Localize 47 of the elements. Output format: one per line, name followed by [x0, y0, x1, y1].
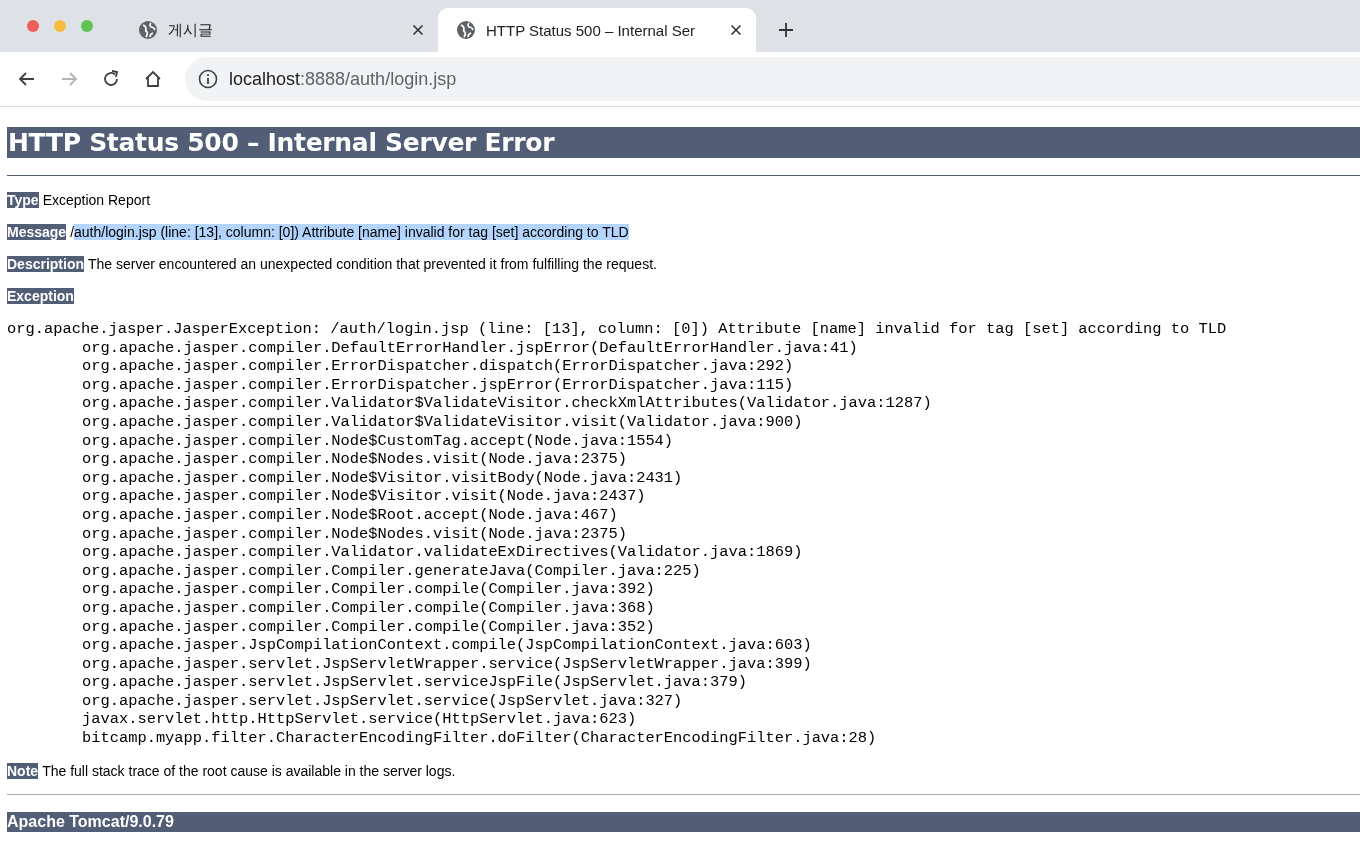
stack-frame: org.apache.jasper.compiler.Node$Visitor.visitBody(Node.java:2431): [7, 468, 1360, 488]
close-window-button[interactable]: [27, 20, 39, 32]
stack-frame: bitcamp.myapp.filter.CharacterEncodingFilter.doFilter(CharacterEncodingFilter.java:28): [7, 729, 1360, 748]
stack-frame: org.apache.jasper.compiler.Validator$ValidateVisitor.checkXmlAttributes(Validator.java:1287): [7, 394, 1360, 413]
close-tab-icon[interactable]: [412, 24, 424, 36]
stack-frame: org.apache.jasper.compiler.Validator$ValidateVisitor.visit(Validator.java:900): [7, 412, 1360, 432]
new-tab-icon[interactable]: [778, 22, 794, 38]
close-tab-icon[interactable]: [730, 24, 742, 36]
field-label: Description: [7, 256, 84, 272]
stack-frame: org.apache.jasper.compiler.Compiler.compile(Compiler.java:392): [7, 580, 1360, 599]
field-label: Type: [7, 192, 39, 208]
error-title: HTTP Status 500 – Internal Server Error: [7, 127, 1360, 158]
stack-frame: org.apache.jasper.compiler.Node$Nodes.visit(Node.java:2375): [7, 450, 1360, 469]
stack-frame: org.apache.jasper.compiler.Node$Visitor.visit(Node.java:2437): [7, 487, 1360, 506]
browser-tab[interactable]: HTTP Status 500 – Internal Ser: [438, 8, 756, 52]
info-icon[interactable]: [198, 69, 218, 89]
stack-frame: org.apache.jasper.compiler.ErrorDispatcher.jspError(ErrorDispatcher.java:115): [7, 375, 1360, 395]
stack-frame: org.apache.jasper.servlet.JspServlet.serviceJspFile(JspServlet.java:379): [7, 673, 1360, 692]
field-value: The server encountered an unexpected condition that prevented it from fulfilling the request.: [88, 256, 657, 272]
stack-frame: org.apache.jasper.compiler.Node$Nodes.visit(Node.java:2375): [7, 524, 1360, 544]
stack-frame: org.apache.jasper.compiler.Compiler.compile(Compiler.java:352): [7, 617, 1360, 637]
stack-frame: org.apache.jasper.compiler.Compiler.generateJava(Compiler.java:225): [7, 561, 1360, 581]
home-icon[interactable]: [143, 69, 163, 89]
field-label: Message: [7, 224, 67, 240]
field-value: Exception Report: [42, 192, 151, 208]
stack-frame: org.apache.jasper.compiler.Compiler.compile(Compiler.java:368): [7, 598, 1360, 618]
stack-frame: javax.servlet.http.HttpServlet.service(HttpServlet.java:623): [7, 710, 1360, 730]
stack-frame: org.apache.jasper.compiler.Node$Root.accept(Node.java:467): [7, 505, 1360, 525]
note-text: The full stack trace of the root cause is available in the server logs.: [42, 762, 456, 779]
stack-frame: org.apache.jasper.JspCompilationContext.compile(JspCompilationContext.java:603): [7, 636, 1360, 655]
globe-icon: [456, 20, 476, 40]
stack-frame: org.apache.jasper.compiler.ErrorDispatcher.dispatch(ErrorDispatcher.java:292): [7, 357, 1360, 376]
globe-icon: [138, 20, 158, 40]
address-bar[interactable]: localhost:8888/auth/login.jsp: [185, 57, 1360, 101]
url-text: localhost:8888/auth/login.jsp: [229, 68, 457, 90]
stack-frame: org.apache.jasper.compiler.Node$CustomTag.accept(Node.java:1554): [7, 431, 1360, 451]
exception-line: org.apache.jasper.JasperException: /auth/login.jsp (line: [13], column: [0]) Attribute [name] invalid for tag [set] according to TLD: [7, 320, 1228, 339]
stack-frame: org.apache.jasper.servlet.JspServletWrapper.service(JspServletWrapper.java:399): [7, 654, 1360, 674]
stack-frame: org.apache.jasper.servlet.JspServlet.service(JspServlet.java:327): [7, 691, 1360, 711]
stack-frame: org.apache.jasper.compiler.Validator.validateExDirectives(Validator.java:1869): [7, 543, 1360, 562]
field-label: Exception: [7, 288, 74, 304]
reload-icon[interactable]: [101, 69, 121, 89]
browser-tab[interactable]: 게시글: [120, 8, 438, 52]
field-label: Note: [7, 762, 39, 779]
field-value: /auth/login.jsp (line: [13], column: [0]) Attribute [name] invalid for tag [set] according to TLD: [70, 224, 629, 240]
stack-frame: org.apache.jasper.compiler.DefaultErrorHandler.jspError(DefaultErrorHandler.java:41): [7, 338, 1360, 358]
server-version-footer: Apache Tomcat/9.0.79: [7, 811, 1360, 832]
